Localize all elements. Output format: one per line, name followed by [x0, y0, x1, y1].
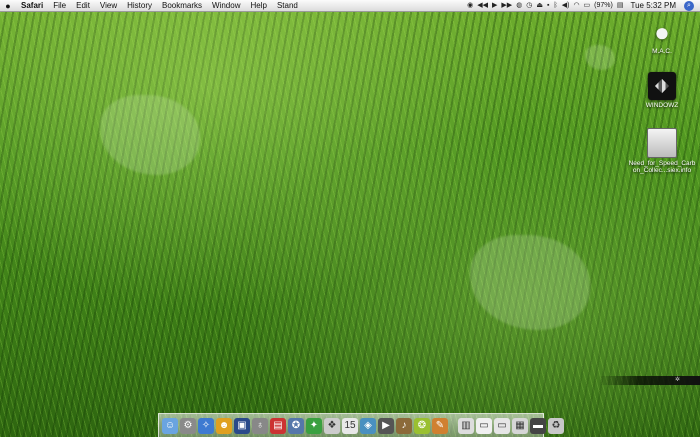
- wallpaper-ghost-widget-3: [585, 45, 615, 70]
- app-icon-12[interactable]: ◈: [360, 417, 376, 434]
- app-icon-10[interactable]: ❖: [324, 417, 340, 434]
- desktop-icon-windowz[interactable]: WINDOWZ: [627, 72, 697, 109]
- fast-forward-icon[interactable]: ▶▶: [501, 0, 512, 11]
- menu-window[interactable]: Window: [207, 0, 245, 11]
- corner-logo-icon: ✲: [674, 377, 680, 383]
- menu-view[interactable]: View: [95, 0, 122, 11]
- dock: ☺ ⚙ ✧ ☻ ▣ ♁ ▤ ✪ ✦ ❖ 15 ◈ ▶ ♪ ❂ ✎ ▥ ▭ ▭ ▦ ▬ ♻: [158, 413, 564, 437]
- menu-help[interactable]: Help: [245, 0, 271, 11]
- doc-icon-1[interactable]: ▥: [458, 417, 474, 434]
- wallpaper-ghost-widget-1: [100, 95, 200, 175]
- flag-icon[interactable]: ▤: [617, 0, 624, 11]
- disk-image-icon: [647, 128, 677, 158]
- menu-history[interactable]: History: [122, 0, 157, 11]
- bluetooth-icon[interactable]: ᛒ: [554, 0, 558, 11]
- trash-icon[interactable]: ♻: [548, 417, 564, 434]
- desktop-icon-mac[interactable]: ● M.A.C.: [627, 18, 697, 55]
- app-icon-9[interactable]: ✦: [306, 417, 322, 434]
- system-prefs-icon[interactable]: ⚙: [180, 417, 196, 434]
- safari-icon[interactable]: ✧: [198, 417, 214, 434]
- volume-icon[interactable]: ◀): [562, 0, 570, 11]
- rewind-icon[interactable]: ◀◀: [477, 0, 488, 11]
- eject-icon[interactable]: ⏏: [536, 0, 543, 11]
- app-icon-8[interactable]: ✪: [288, 417, 304, 434]
- menu-bookmarks[interactable]: Bookmarks: [157, 0, 207, 11]
- windows-drive-icon: [648, 72, 676, 100]
- menu-file[interactable]: File: [48, 0, 71, 11]
- app-icon-7[interactable]: ▤: [270, 417, 286, 434]
- app-icon-14[interactable]: ♪: [396, 417, 412, 434]
- spotlight-search-icon[interactable]: ⌕: [684, 0, 694, 11]
- battery-percent: (97%): [594, 2, 613, 9]
- doc-icon-5[interactable]: ▬: [530, 417, 546, 434]
- menu-stand[interactable]: Stand: [272, 0, 303, 11]
- battery-icon[interactable]: ▭: [584, 0, 591, 11]
- photo-icon[interactable]: ▣: [234, 417, 250, 434]
- menu-clock[interactable]: Tue 5:32 PM: [627, 1, 676, 10]
- menu-bar: ● Safari File Edit View History Bookmark…: [0, 0, 700, 12]
- dvd-icon[interactable]: ▶: [378, 417, 394, 434]
- doc-icon-4[interactable]: ▦: [512, 417, 528, 434]
- desktop-icon-label: M.A.C.: [652, 48, 672, 55]
- menu-safari[interactable]: Safari: [16, 0, 48, 11]
- app-icon-15[interactable]: ❂: [414, 417, 430, 434]
- clock-icon[interactable]: ◷: [526, 0, 532, 11]
- doc-icon-3[interactable]: ▭: [494, 417, 510, 434]
- app-icon-6[interactable]: ♁: [252, 417, 268, 434]
- app-icon-16[interactable]: ✎: [432, 417, 448, 434]
- play-icon[interactable]: ▶: [492, 0, 497, 11]
- wallpaper-ghost-widget-2: [470, 235, 590, 330]
- menu-edit[interactable]: Edit: [71, 0, 95, 11]
- apple-icon: ●: [654, 17, 670, 47]
- desktop-icon-label: WINDOWZ: [645, 102, 679, 109]
- doc-icon-2[interactable]: ▭: [476, 417, 492, 434]
- globe-icon[interactable]: ◍: [516, 0, 522, 11]
- finder-icon[interactable]: ☺: [162, 417, 178, 434]
- lock-icon[interactable]: ▪: [547, 0, 549, 11]
- calendar-icon[interactable]: 15: [342, 417, 358, 434]
- record-icon[interactable]: ◉: [467, 0, 473, 11]
- desktop-icon-label: Need_for_Speed_Carbon_Collec...siex.info: [628, 160, 696, 174]
- desktop-corner-widget: ✲: [598, 376, 700, 385]
- apple-menu-icon[interactable]: ●: [0, 1, 16, 11]
- menu-extras: ◉ ◀◀ ▶ ▶▶ ◍ ◷ ⏏ ▪ ᛒ ◀) ◠ ▭ (97%) ▤ Tue 5…: [467, 0, 700, 11]
- wifi-icon[interactable]: ◠: [573, 0, 579, 11]
- app-icon-4[interactable]: ☻: [216, 417, 232, 434]
- desktop-icon-disk-image[interactable]: Need_for_Speed_Carbon_Collec...siex.info: [627, 128, 697, 174]
